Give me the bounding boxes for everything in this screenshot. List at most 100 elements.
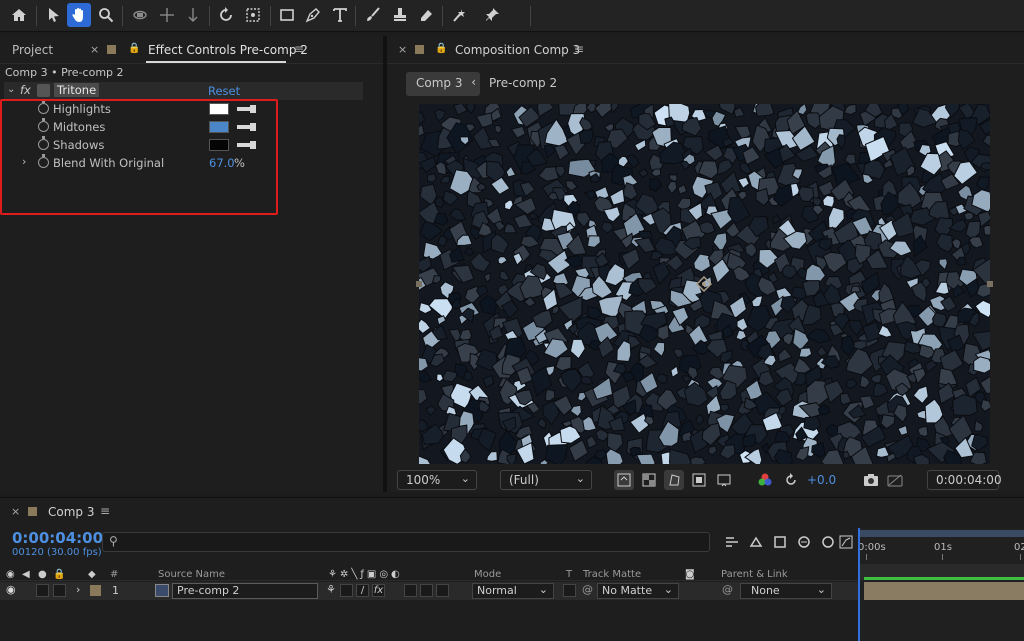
effect-name[interactable]: Tritone — [54, 83, 100, 97]
column-mode[interactable]: Mode — [474, 569, 501, 580]
selection-arrow-icon[interactable] — [42, 3, 66, 27]
anchor-point-icon[interactable] — [696, 276, 712, 292]
work-area-bar[interactable] — [858, 530, 1024, 537]
exposure-value[interactable]: +0.0 — [807, 473, 836, 487]
active-tab-indicator — [146, 61, 286, 63]
flowchart-pre-comp-2[interactable]: Pre-comp 2 — [479, 72, 567, 96]
reset-exposure-icon[interactable] — [781, 470, 801, 490]
effect-row-tritone[interactable]: ⌄ fx Tritone Reset — [4, 82, 363, 100]
solo-toggle[interactable] — [36, 584, 49, 597]
chevron-down-icon[interactable]: ⌄ — [7, 84, 15, 95]
composition-mini-flowchart-icon[interactable] — [724, 534, 740, 550]
track-matte-dropdown[interactable]: No Matte ⌄ — [597, 583, 679, 599]
layer-duration-bar[interactable] — [864, 582, 1024, 600]
fx-toggle-icon[interactable]: fx — [20, 83, 31, 97]
brush-icon[interactable] — [361, 3, 385, 27]
frame-blend-toggle[interactable] — [404, 584, 417, 597]
comp-color-icon — [415, 45, 424, 54]
parent-value: None — [751, 584, 780, 597]
region-of-interest-icon[interactable] — [689, 470, 709, 490]
snapshot-camera-icon[interactable] — [861, 470, 881, 490]
pen-icon[interactable] — [301, 3, 325, 27]
hand-icon[interactable] — [67, 3, 91, 27]
solo-switch-icon[interactable]: ● — [38, 569, 47, 580]
zoom-dropdown[interactable]: 100% ⌄ — [397, 470, 477, 490]
column-source-name[interactable]: Source Name — [158, 569, 225, 580]
flowchart-comp-3[interactable]: Comp 3 ‹ — [406, 72, 480, 96]
audio-switch-icon[interactable]: ◀ — [22, 569, 30, 580]
panel-menu-icon[interactable]: ≡ — [294, 42, 304, 56]
show-snapshot-icon[interactable] — [885, 470, 905, 490]
lock-switch-icon[interactable]: 🔒 — [53, 569, 65, 580]
resolution-dropdown[interactable]: (Full) ⌄ — [500, 470, 592, 490]
shy-layers-icon[interactable] — [772, 534, 788, 550]
tab-timeline-comp[interactable]: Comp 3 — [48, 505, 94, 519]
clone-stamp-icon[interactable] — [388, 3, 412, 27]
orbit-camera-icon[interactable] — [128, 3, 152, 27]
composition-viewer[interactable] — [419, 104, 990, 464]
rectangle-icon[interactable] — [275, 3, 299, 27]
collapse-switch-icon[interactable]: ⚘ — [326, 583, 336, 596]
ruler-label: 0:00s — [858, 542, 886, 553]
parent-dropdown[interactable]: None ⌄ — [740, 583, 832, 599]
pan-camera-icon[interactable] — [155, 3, 179, 27]
transparency-grid-icon[interactable] — [639, 470, 659, 490]
puppet-pin-icon[interactable] — [480, 3, 504, 27]
pan-behind-icon[interactable] — [241, 3, 265, 27]
video-switch-icon[interactable]: ◉ — [6, 569, 15, 580]
playhead[interactable] — [858, 528, 860, 641]
adjustment-toggle[interactable] — [436, 584, 449, 597]
tab-composition[interactable]: Composition Comp 3 — [455, 43, 580, 57]
comp-color-icon — [28, 507, 37, 516]
zoom-icon[interactable] — [94, 3, 118, 27]
home-icon[interactable] — [7, 3, 31, 27]
reset-link[interactable]: Reset — [208, 84, 240, 98]
column-parent-link[interactable]: Parent & Link — [721, 569, 788, 580]
type-icon[interactable] — [328, 3, 352, 27]
rotate-icon[interactable] — [214, 3, 238, 27]
quality-toggle[interactable] — [340, 584, 353, 597]
close-icon[interactable]: × — [398, 43, 407, 56]
roto-brush-icon[interactable] — [448, 3, 472, 27]
dolly-camera-icon[interactable] — [181, 3, 205, 27]
lock-icon[interactable]: 🔒 — [435, 43, 447, 54]
tab-project[interactable]: Project — [12, 43, 53, 57]
motion-blur-toggle[interactable] — [420, 584, 433, 597]
current-time-display[interactable]: 0:00:04:00 — [927, 470, 1002, 490]
eye-icon[interactable]: ◉ — [6, 583, 16, 596]
layer-row[interactable]: ◉ › 1 Pre-comp 2 ⚘ / fx Normal ⌄ @ No Ma… — [0, 582, 858, 600]
close-icon[interactable]: × — [90, 43, 99, 56]
panel-menu-icon[interactable]: ≡ — [574, 42, 584, 56]
eraser-icon[interactable] — [414, 3, 438, 27]
quality-slash-icon[interactable]: / — [356, 584, 369, 597]
timeline-current-time[interactable]: 0:00:04:00 — [12, 529, 103, 547]
draft-3d-icon[interactable] — [748, 534, 764, 550]
mask-visibility-icon[interactable] — [664, 470, 684, 490]
lock-toggle[interactable] — [53, 584, 66, 597]
lock-icon[interactable]: 🔒 — [128, 43, 140, 54]
blend-mode-dropdown[interactable]: Normal ⌄ — [472, 583, 554, 599]
fast-previews-icon[interactable] — [614, 470, 634, 490]
chevron-right-icon[interactable]: › — [76, 583, 80, 596]
pick-whip-icon[interactable]: @ — [582, 583, 593, 596]
layer-name-field[interactable]: Pre-comp 2 — [172, 583, 318, 599]
close-icon[interactable]: × — [11, 505, 20, 518]
effects-toggle-icon[interactable]: fx — [372, 584, 385, 597]
layer-handle-left[interactable] — [416, 281, 422, 287]
grid-guide-icon[interactable] — [714, 470, 734, 490]
frame-blending-icon[interactable] — [796, 534, 812, 550]
layer-search-input[interactable]: ⚲ — [102, 532, 710, 552]
layer-label-color[interactable] — [90, 585, 101, 596]
layer-name: Pre-comp 2 — [177, 584, 240, 597]
graph-editor-icon[interactable] — [838, 534, 854, 550]
parent-pick-whip-icon[interactable]: @ — [722, 583, 733, 596]
layer-handle-right[interactable] — [987, 281, 993, 287]
channels-icon[interactable] — [755, 470, 775, 490]
column-track-matte[interactable]: Track Matte — [583, 569, 641, 580]
label-tag-icon[interactable]: ◆ — [88, 569, 96, 580]
motion-blur-icon[interactable] — [820, 534, 836, 550]
preserve-transparency-toggle[interactable] — [563, 584, 576, 597]
panel-menu-icon[interactable]: ≡ — [100, 504, 110, 518]
tab-effect-controls[interactable]: Effect Controls Pre-comp 2 — [148, 43, 308, 57]
time-ruler[interactable]: 0:00s 01s 02 — [858, 528, 1024, 641]
